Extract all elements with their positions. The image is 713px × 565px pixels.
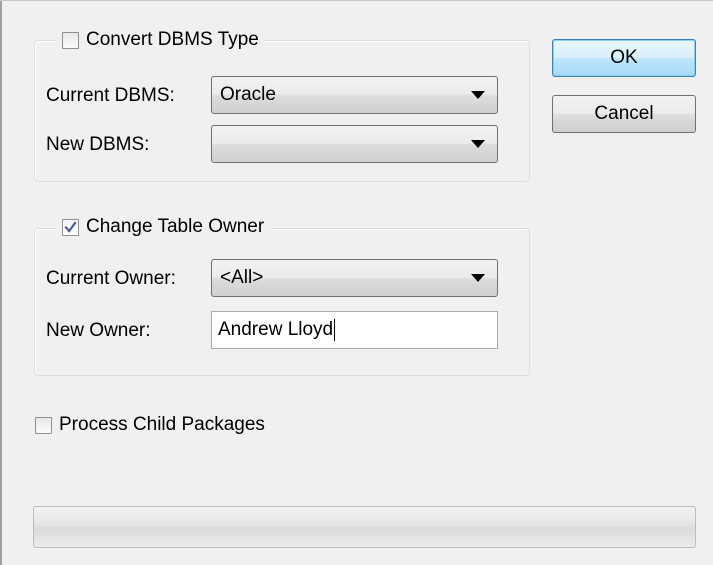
new-dbms-label: New DBMS:: [46, 134, 150, 155]
cancel-button-label: Cancel: [594, 103, 654, 124]
convert-dbms-checkbox[interactable]: [62, 31, 79, 49]
process-child-checkbox[interactable]: [35, 416, 52, 434]
cancel-button[interactable]: Cancel: [552, 95, 696, 133]
chevron-down-icon: [471, 274, 485, 282]
new-owner-value: Andrew Lloyd: [218, 319, 334, 340]
text-cursor: [334, 319, 336, 341]
current-dbms-value: Oracle: [220, 84, 276, 105]
check-icon: [64, 220, 77, 233]
window-border-top: [0, 0, 713, 1]
progress-bar: [33, 506, 696, 548]
new-owner-input[interactable]: Andrew Lloyd: [211, 311, 498, 349]
change-owner-checkbox[interactable]: [62, 218, 79, 236]
new-owner-label: New Owner:: [46, 320, 151, 341]
chevron-down-icon: [471, 91, 485, 99]
window-border-left: [0, 0, 2, 565]
ok-button-label: OK: [610, 47, 638, 68]
change-owner-legend[interactable]: Change Table Owner: [58, 214, 271, 240]
convert-dbms-legend[interactable]: Convert DBMS Type: [58, 27, 265, 53]
chevron-down-icon: [471, 140, 485, 148]
new-dbms-dropdown[interactable]: [211, 125, 498, 163]
current-dbms-dropdown[interactable]: Oracle: [211, 76, 498, 114]
process-child-option[interactable]: Process Child Packages: [35, 414, 265, 436]
change-owner-label: Change Table Owner: [86, 216, 265, 237]
change-owner-group: [34, 228, 530, 376]
ok-button[interactable]: OK: [552, 39, 696, 77]
process-child-label: Process Child Packages: [59, 414, 265, 435]
current-owner-label: Current Owner:: [46, 268, 176, 289]
convert-dbms-label: Convert DBMS Type: [86, 29, 259, 50]
current-owner-value: <All>: [220, 267, 264, 288]
current-dbms-label: Current DBMS:: [46, 85, 175, 106]
current-owner-dropdown[interactable]: <All>: [211, 259, 498, 297]
